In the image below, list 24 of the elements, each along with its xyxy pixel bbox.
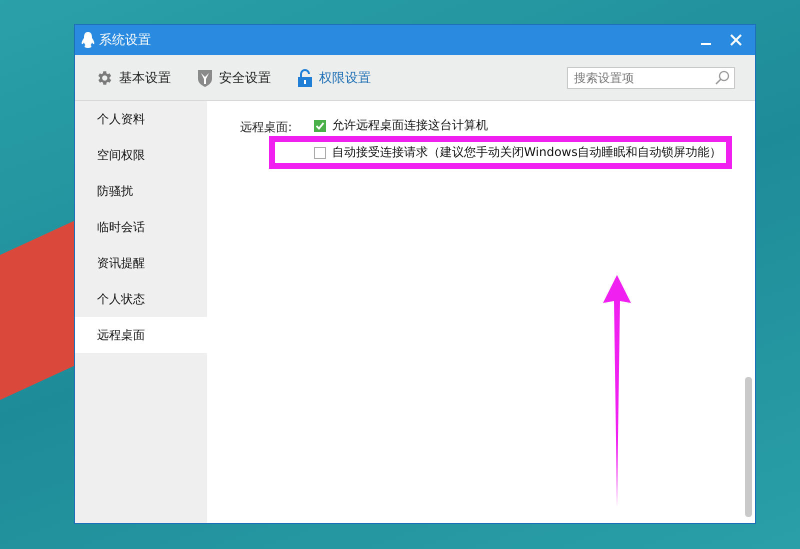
- lock-icon: [297, 68, 313, 86]
- option-label: 自动接受连接请求（建议您手动关闭Windows自动睡眠和自动锁屏功能）: [332, 144, 722, 161]
- search-field[interactable]: 搜索设置项: [567, 66, 735, 88]
- minimize-icon: [701, 43, 711, 45]
- sidebar-item[interactable]: 临时会话: [75, 209, 207, 245]
- checkbox[interactable]: [314, 146, 326, 158]
- window-title: 系统设置: [99, 32, 152, 49]
- sidebar-item[interactable]: 个人状态: [75, 281, 207, 317]
- sidebar-item[interactable]: 远程桌面: [75, 317, 207, 353]
- tab[interactable]: 基本设置: [95, 68, 171, 86]
- scrollbar[interactable]: [745, 377, 752, 517]
- option-label: 允许远程桌面连接这台计算机: [332, 117, 488, 134]
- checkbox[interactable]: [314, 120, 326, 132]
- sidebar-item[interactable]: 个人资料: [75, 101, 207, 137]
- sidebar-item[interactable]: 防骚扰: [75, 173, 207, 209]
- tab[interactable]: 权限设置: [297, 68, 371, 86]
- penguin-icon: [81, 32, 95, 48]
- sidebar-item[interactable]: 空间权限: [75, 137, 207, 173]
- search-icon: [714, 70, 730, 86]
- close-icon: [730, 34, 742, 46]
- sidebar-item[interactable]: 资讯提醒: [75, 245, 207, 281]
- tab[interactable]: 安全设置: [197, 68, 271, 86]
- shield-icon: [197, 68, 213, 86]
- section-label: 远程桌面:: [240, 119, 292, 136]
